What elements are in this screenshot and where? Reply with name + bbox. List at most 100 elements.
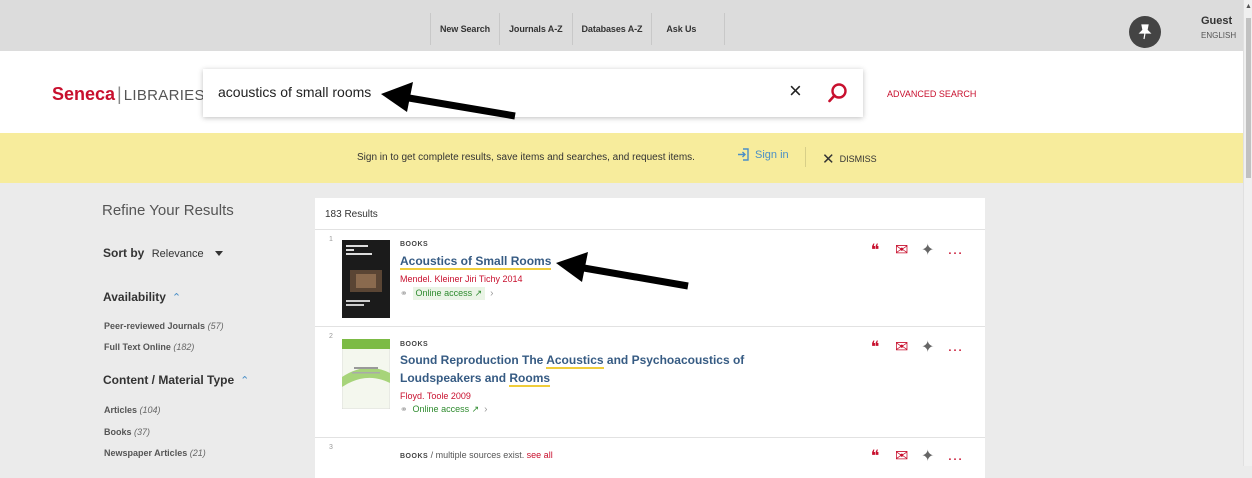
results-count: 183 Results [325,209,378,220]
email-icon[interactable]: ✉ [895,240,908,260]
search-box: acoustics of small rooms × [203,69,863,117]
library-logo[interactable]: Seneca | LIBRARIES [52,84,205,105]
facet-item-count: (104) [139,405,161,415]
more-options-icon[interactable]: … [947,447,963,465]
online-access-link[interactable]: ⚭ Online access ↗ › [400,287,493,300]
close-icon: ✕ [822,151,835,168]
result-author: Mendel. Kleiner Jiri Tichy 2014 [400,274,523,284]
chevron-up-icon[interactable]: ⌃ [172,292,181,304]
scrollbar-thumb[interactable] [1246,18,1251,178]
result-title-text: Acoustics of Small Rooms [400,254,552,270]
facet-item-full-text-online[interactable]: Full Text Online (182) [104,342,194,352]
see-all-link[interactable]: see all [527,450,553,460]
results-panel: 183 Results 1 BOOKS Acoustics of Small R… [315,198,985,478]
result-index: 1 [329,236,333,243]
nav-ask-us[interactable]: Ask Us [652,13,726,45]
dismiss-button[interactable]: ✕ DISMISS [822,150,877,168]
title-segment: Sound Reproduction The [400,353,547,367]
citation-icon[interactable]: ❝ [869,337,881,357]
nav-databases-az[interactable]: Databases A-Z [573,13,653,45]
citation-icon[interactable]: ❝ [869,240,881,260]
sort-by-control[interactable]: Sort by Relevance [103,246,224,260]
email-icon[interactable]: ✉ [895,337,908,357]
sign-in-label: Sign in [755,148,789,161]
pin-icon[interactable]: ✦ [921,337,934,357]
search-input[interactable]: acoustics of small rooms [218,84,371,100]
language-selector[interactable]: ENGLISH [1201,31,1236,40]
facet-item-books[interactable]: Books (37) [104,427,150,437]
top-nav: New Search Journals A-Z Databases A-Z As… [430,13,726,45]
facet-item-label: Newspaper Articles [104,448,188,458]
facet-item-label: Full Text Online [104,342,171,352]
result-item[interactable]: 3 BOOKS / multiple sources exist. see al… [315,437,985,478]
title-highlight: Rooms [509,371,551,387]
pin-icon[interactable]: ✦ [921,240,934,260]
chevron-right-icon: › [484,404,488,415]
citation-icon[interactable]: ❝ [869,446,881,466]
facet-item-newspaper-articles[interactable]: Newspaper Articles (21) [104,448,206,458]
result-item[interactable]: 2 BOOKS Sound Reproduction The Acoustics… [315,326,985,437]
logo-brand: Seneca [52,84,116,104]
result-author: Floyd. Toole 2009 [400,391,471,401]
online-access-link[interactable]: ⚭ Online access ↗ › [400,404,487,415]
facet-content-type-heading[interactable]: Content / Material Type ⌃ [103,373,249,387]
facet-heading-label: Content / Material Type [103,373,235,387]
external-link-icon: ↗ [474,288,483,298]
nav-journals-az[interactable]: Journals A-Z [500,13,573,45]
search-icon[interactable] [827,82,849,104]
result-item[interactable]: 1 BOOKS Acoustics of Small Rooms Mendel.… [315,229,985,326]
email-icon[interactable]: ✉ [895,446,908,466]
advanced-search-link[interactable]: ADVANCED SEARCH [887,89,976,99]
banner-message: Sign in to get complete results, save it… [357,152,695,163]
sign-in-icon [738,148,749,161]
online-access-label: Online access ↗ [412,404,480,414]
facet-item-label: Books [104,427,132,437]
nav-new-search[interactable]: New Search [431,13,501,45]
refine-title: Refine Your Results [102,202,234,219]
facet-item-count: (57) [207,321,224,331]
online-access-label: Online access ↗ [412,287,486,300]
link-icon: ⚭ [400,288,408,298]
facet-item-count: (182) [173,342,195,352]
facet-item-peer-reviewed[interactable]: Peer-reviewed Journals (57) [104,321,224,331]
title-segment: and Psychoacoustics of [603,353,745,367]
facet-availability-heading[interactable]: Availability ⌃ [103,290,181,304]
result-index: 2 [329,333,333,340]
facet-item-label: Articles [104,405,138,415]
result-actions: ❝ ✉ ✦ … [869,240,963,260]
logo-divider: | [117,84,122,104]
top-bar: New Search Journals A-Z Databases A-Z As… [0,0,1243,51]
pinned-items-button[interactable] [1129,16,1161,48]
sort-by-value[interactable]: Relevance [152,248,204,260]
result-type: BOOKS / multiple sources exist. see all [400,450,553,460]
title-segment: Loudspeakers and [400,371,510,385]
clear-search-icon[interactable]: × [789,79,802,103]
logo-suffix: LIBRARIES [123,87,205,104]
chevron-right-icon: › [490,288,494,299]
scroll-up-icon[interactable]: ▲ [1245,3,1252,10]
pin-icon[interactable]: ✦ [921,446,934,466]
dismiss-label: DISMISS [839,154,877,164]
facet-item-articles[interactable]: Articles (104) [104,405,161,415]
external-link-icon: ↗ [471,404,480,414]
more-options-icon[interactable]: … [947,241,963,259]
facet-item-count: (37) [134,427,151,437]
chevron-up-icon[interactable]: ⌃ [240,375,249,387]
result-actions: ❝ ✉ ✦ … [869,446,963,466]
result-index: 3 [329,444,333,451]
link-icon: ⚭ [400,404,408,414]
dropdown-caret-icon[interactable] [215,251,224,257]
more-options-icon[interactable]: … [947,338,963,356]
book-cover-image[interactable] [342,240,390,318]
user-name[interactable]: Guest [1201,15,1232,27]
sign-in-link[interactable]: Sign in [737,148,789,161]
result-type: BOOKS [400,241,429,248]
result-title-link[interactable]: Sound Reproduction The Acoustics and Psy… [400,351,800,387]
facet-item-label: Peer-reviewed Journals [104,321,206,331]
result-title-link[interactable]: Acoustics of Small Rooms [400,252,800,270]
page-scrollbar[interactable]: ▲ [1243,0,1252,466]
book-cover-image[interactable] [342,339,390,409]
banner-divider [805,147,806,167]
sort-by-label: Sort by [103,246,145,260]
result-actions: ❝ ✉ ✦ … [869,337,963,357]
